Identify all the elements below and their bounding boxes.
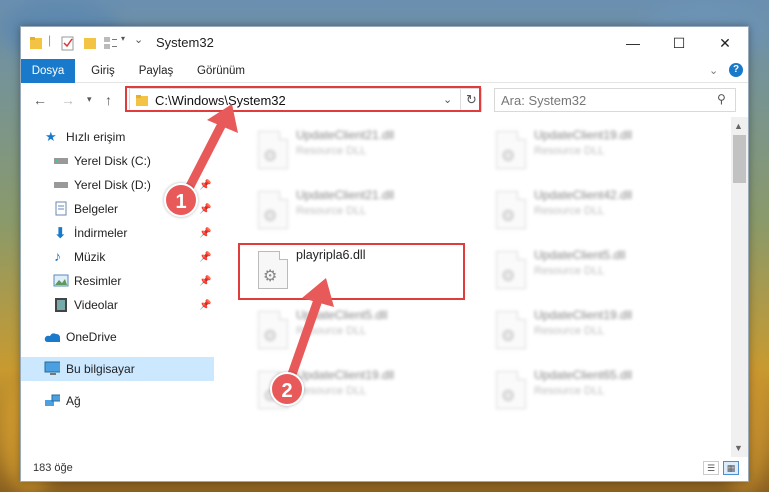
annotation-arrows [182,104,334,385]
step-badge-1: 1 [164,183,198,217]
arrow-1-shaft [182,119,227,197]
arrow-2-shaft [285,295,323,385]
step-badge-2: 2 [270,372,304,406]
